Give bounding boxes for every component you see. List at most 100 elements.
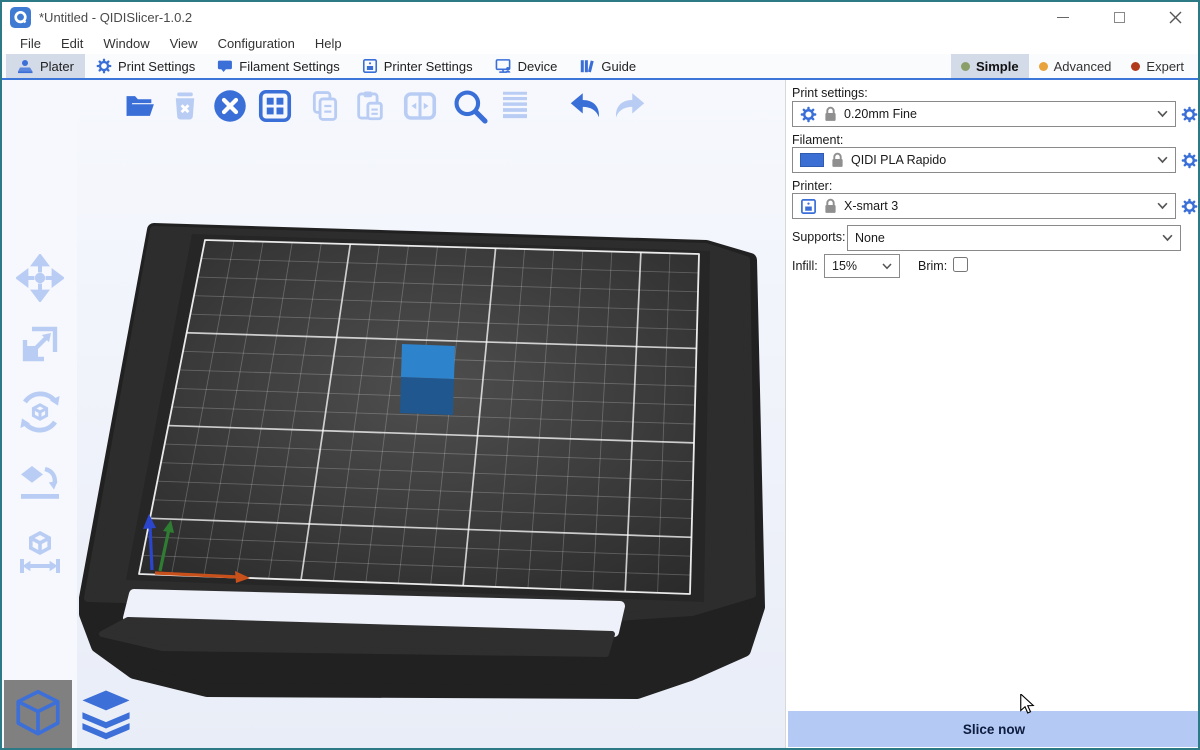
- minimize-button[interactable]: [1048, 4, 1078, 30]
- menu-configuration[interactable]: Configuration: [208, 36, 305, 51]
- menu-file[interactable]: File: [10, 36, 51, 51]
- maximize-button[interactable]: [1104, 4, 1134, 30]
- tab-label: Printer Settings: [384, 59, 473, 74]
- print-settings-label: Print settings:: [792, 86, 868, 100]
- search-button[interactable]: [450, 86, 490, 126]
- minimize-icon: [1057, 17, 1069, 18]
- filament-label: Filament:: [792, 133, 843, 147]
- copy-button[interactable]: [305, 86, 345, 126]
- gear-icon: [800, 106, 817, 123]
- model-cube[interactable]: [400, 344, 455, 415]
- open-folder-icon: [123, 89, 157, 123]
- slice-now-button[interactable]: Slice now: [788, 711, 1200, 747]
- filament-icon: [217, 58, 233, 74]
- infill-label: Infill:: [792, 259, 818, 273]
- tab-guide[interactable]: Guide: [568, 54, 647, 78]
- paste-button[interactable]: [350, 86, 390, 126]
- viewport: [77, 80, 785, 748]
- main-area: Print settings: 0.20mm Fine Filament: QI…: [2, 80, 1198, 748]
- printer-gear-button[interactable]: [1179, 193, 1199, 219]
- simple-dot-icon: [961, 62, 970, 71]
- tab-printer-settings[interactable]: Printer Settings: [351, 54, 484, 78]
- delete-all-button[interactable]: [210, 86, 250, 126]
- supports-value: None: [855, 231, 885, 245]
- redo-button[interactable]: [610, 86, 650, 126]
- tab-label: Print Settings: [118, 59, 195, 74]
- lock-icon: [824, 106, 837, 122]
- plater-toolbar: [120, 86, 655, 126]
- menu-view[interactable]: View: [160, 36, 208, 51]
- move-icon: [16, 254, 64, 302]
- split-to-objects-button[interactable]: [400, 86, 440, 126]
- tab-filament-settings[interactable]: Filament Settings: [206, 54, 350, 78]
- app-logo-icon: [10, 7, 31, 28]
- filament-gear-button[interactable]: [1179, 147, 1199, 173]
- copy-icon: [308, 89, 342, 123]
- tab-label: Guide: [601, 59, 636, 74]
- model-cube-front-face: [400, 377, 454, 415]
- printer-bed: [86, 230, 758, 692]
- scale-gizmo-button[interactable]: [15, 316, 65, 372]
- menu-edit[interactable]: Edit: [51, 36, 93, 51]
- lock-icon: [831, 152, 844, 168]
- printer-value: X-smart 3: [844, 199, 898, 213]
- close-button[interactable]: [1160, 4, 1190, 30]
- mode-selector: Simple Advanced Expert: [951, 54, 1194, 78]
- chevron-down-icon: [882, 263, 892, 270]
- printer-label: Printer:: [792, 179, 832, 193]
- lock-icon: [824, 198, 837, 214]
- mode-advanced[interactable]: Advanced: [1029, 54, 1122, 78]
- filament-value: QIDI PLA Rapido: [851, 153, 946, 167]
- expert-dot-icon: [1131, 62, 1140, 71]
- mouse-cursor: [1018, 694, 1036, 714]
- place-on-face-gizmo-button[interactable]: [15, 452, 65, 508]
- 3d-viewport[interactable]: [77, 80, 785, 750]
- measure-gizmo-button[interactable]: [15, 524, 65, 580]
- model-cube-top-face: [401, 344, 455, 379]
- menu-help[interactable]: Help: [305, 36, 352, 51]
- delete-button[interactable]: [165, 86, 205, 126]
- chevron-down-icon: [1157, 110, 1168, 118]
- open-button[interactable]: [120, 86, 160, 126]
- infill-combo[interactable]: 15%: [824, 254, 900, 278]
- print-settings-value: 0.20mm Fine: [844, 107, 917, 121]
- undo-icon: [567, 88, 603, 124]
- tab-device[interactable]: Device: [484, 54, 569, 78]
- printer-icon: [362, 58, 378, 74]
- guide-icon: [579, 58, 595, 74]
- app-window: *Untitled - QIDISlicer-1.0.2 File Edit W…: [0, 0, 1200, 750]
- rotate-gizmo-button[interactable]: [15, 384, 65, 440]
- rotate-icon: [16, 388, 64, 436]
- brim-checkbox[interactable]: [953, 257, 968, 272]
- supports-label: Supports:: [792, 230, 846, 244]
- gear-icon: [1181, 152, 1198, 169]
- tab-plater[interactable]: Plater: [6, 54, 85, 78]
- brim-label: Brim:: [918, 259, 947, 273]
- printer-combo[interactable]: X-smart 3: [792, 193, 1176, 219]
- redo-icon: [612, 88, 648, 124]
- window-title: *Untitled - QIDISlicer-1.0.2: [39, 10, 192, 25]
- layers-stack-icon: [77, 686, 135, 742]
- tab-label: Device: [518, 59, 558, 74]
- mode-simple[interactable]: Simple: [951, 54, 1029, 78]
- gizmo-toolbar: [2, 80, 77, 748]
- tab-print-settings[interactable]: Print Settings: [85, 54, 206, 78]
- 3d-editor-view-button[interactable]: [4, 680, 72, 748]
- gear-icon: [1181, 198, 1198, 215]
- title-bar: *Untitled - QIDISlicer-1.0.2: [2, 2, 1198, 32]
- move-gizmo-button[interactable]: [15, 250, 65, 306]
- supports-combo[interactable]: None: [847, 225, 1181, 251]
- bed-plate-grid-surface: [139, 240, 699, 594]
- device-icon: [495, 58, 512, 74]
- print-settings-combo[interactable]: 0.20mm Fine: [792, 101, 1176, 127]
- undo-button[interactable]: [565, 86, 605, 126]
- preview-layers-button[interactable]: [72, 680, 140, 748]
- gear-icon: [96, 58, 112, 74]
- filament-combo[interactable]: QIDI PLA Rapido: [792, 147, 1176, 173]
- print-settings-gear-button[interactable]: [1179, 101, 1199, 127]
- arrange-button[interactable]: [255, 86, 295, 126]
- variable-layer-height-button[interactable]: [495, 86, 535, 126]
- menu-window[interactable]: Window: [93, 36, 159, 51]
- tab-bar: Plater Print Settings Filament Settings …: [2, 54, 1198, 80]
- mode-expert[interactable]: Expert: [1121, 54, 1194, 78]
